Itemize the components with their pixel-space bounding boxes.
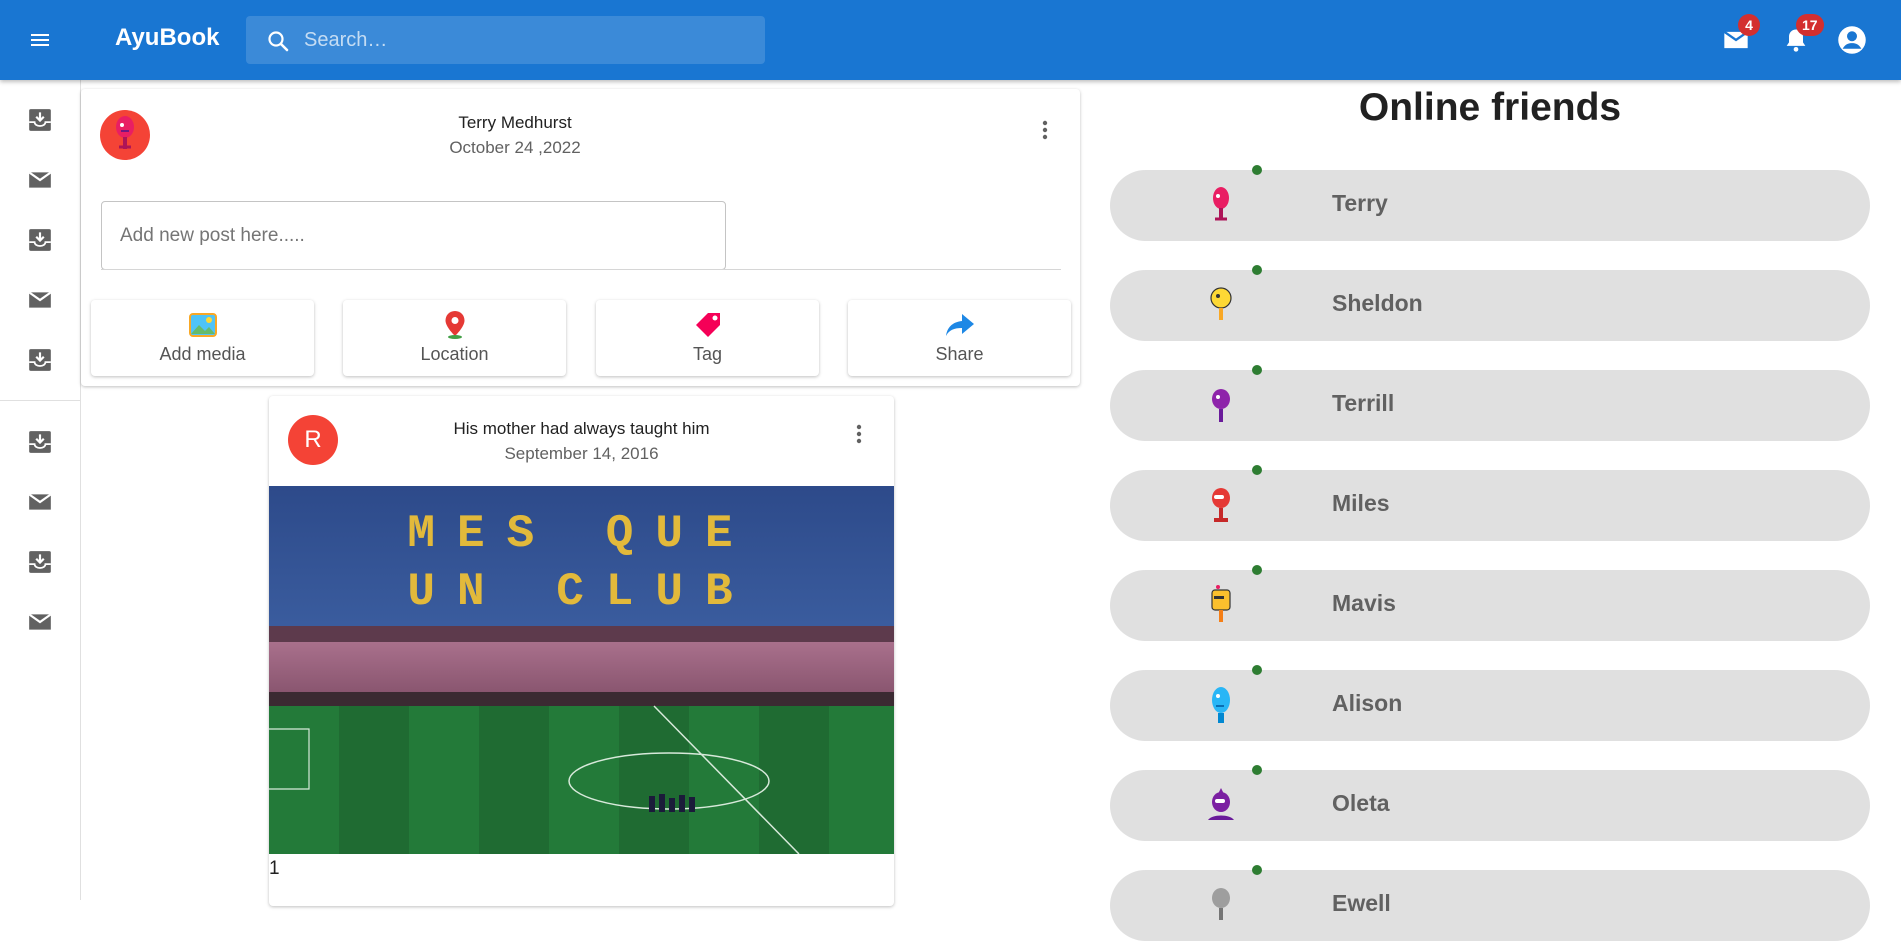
avatar-character-icon (1211, 585, 1231, 622)
composer-more-button[interactable] (1033, 118, 1057, 142)
svg-text:MES QUE: MES QUE (407, 508, 754, 560)
post-title: His mother had always taught him (453, 419, 710, 438)
online-friends-title: Online friends (1358, 86, 1622, 129)
rail-item-mail-3[interactable] (22, 484, 58, 520)
friend-name: Oleta (1332, 790, 1390, 816)
app-bar: AyuBook 4 17 (0, 0, 1901, 80)
menu-icon[interactable] (20, 20, 60, 60)
inbox-icon (29, 349, 51, 371)
mail-button[interactable]: 4 (1720, 14, 1760, 56)
friend-item-miles[interactable]: Miles (1110, 465, 1870, 541)
online-status-dot (1252, 365, 1262, 375)
friend-item-ewell[interactable]: Ewell (1110, 865, 1870, 941)
friend-item-terry[interactable]: Terry (1110, 165, 1870, 241)
search-box (246, 16, 765, 64)
feed-post-card: R His mother had always taught him Septe… (269, 396, 894, 906)
friend-item-mavis[interactable]: Mavis (1110, 565, 1870, 641)
rail-item-inbox-2[interactable] (22, 222, 58, 258)
online-status-dot (1252, 765, 1262, 775)
friend-item-terrill[interactable]: Terrill (1110, 365, 1870, 441)
avatar-character-icon (1213, 187, 1229, 221)
mail-icon (28, 493, 52, 510)
inbox-icon (29, 229, 51, 251)
left-nav-rail (0, 80, 81, 900)
post-date: September 14, 2016 (504, 444, 659, 463)
more-vert-icon (1042, 120, 1048, 140)
notifications-badge: 17 (1796, 14, 1824, 36)
image-icon (188, 313, 217, 337)
friend-item-oleta[interactable]: Oleta (1110, 765, 1870, 841)
location-label: Location (420, 344, 489, 364)
rail-item-inbox-5[interactable] (22, 544, 58, 580)
add-media-label: Add media (159, 344, 246, 364)
avatar-character-icon (1212, 888, 1230, 920)
friend-name: Terrill (1332, 390, 1395, 416)
app-brand[interactable]: AyuBook (115, 24, 219, 52)
tag-button[interactable]: Tag (596, 300, 819, 376)
online-status-dot (1252, 665, 1262, 675)
share-label: Share (935, 344, 984, 364)
add-media-button[interactable]: Add media (91, 300, 314, 376)
online-status-dot (1252, 265, 1262, 275)
mail-icon (28, 291, 52, 308)
post-like-count: 1 (269, 858, 280, 879)
rail-item-mail-4[interactable] (22, 604, 58, 640)
friend-item-sheldon[interactable]: Sheldon (1110, 265, 1870, 341)
svg-text:UN CLUB: UN CLUB (407, 566, 754, 618)
online-status-dot (1252, 465, 1262, 475)
rail-item-inbox-3[interactable] (22, 342, 58, 378)
rail-divider (0, 400, 81, 401)
online-status-dot (1252, 165, 1262, 175)
friend-name: Terry (1332, 190, 1388, 216)
composer-date: October 24 ,2022 (449, 138, 581, 157)
composer-user-name: Terry Medhurst (458, 113, 572, 132)
avatar-character-icon (1212, 687, 1230, 723)
mail-badge: 4 (1738, 14, 1760, 36)
tag-label: Tag (692, 344, 723, 364)
share-arrow-icon (945, 314, 974, 336)
friend-name: Miles (1332, 490, 1390, 516)
mail-icon (28, 171, 52, 188)
rail-item-mail-2[interactable] (22, 282, 58, 318)
inbox-icon (29, 431, 51, 453)
post-image[interactable]: MES QUE UN CLUB (269, 486, 894, 854)
notifications-button[interactable]: 17 (1780, 14, 1824, 56)
friend-name: Alison (1332, 690, 1403, 716)
post-more-button[interactable] (847, 422, 871, 446)
location-button[interactable]: Location (343, 300, 566, 376)
rail-item-mail-1[interactable] (22, 162, 58, 198)
online-status-dot (1252, 865, 1262, 875)
account-circle-icon (1838, 26, 1866, 54)
composer-divider (101, 269, 1061, 270)
mail-icon (28, 613, 52, 630)
inbox-icon (29, 551, 51, 573)
friend-name: Ewell (1332, 890, 1391, 916)
account-button[interactable] (1836, 24, 1868, 56)
online-status-dot (1252, 565, 1262, 575)
friend-name: Sheldon (1332, 290, 1423, 316)
search-icon (268, 31, 289, 52)
avatar-character-icon (1208, 788, 1234, 820)
avatar-character-icon (1212, 488, 1230, 522)
tag-icon (695, 313, 720, 337)
avatar-character-icon (1212, 389, 1230, 422)
rail-item-inbox-4[interactable] (22, 424, 58, 460)
search-input[interactable] (304, 16, 754, 64)
friend-name: Mavis (1332, 590, 1396, 616)
map-pin-icon (445, 311, 464, 339)
new-post-input[interactable] (101, 201, 726, 270)
share-button[interactable]: Share (848, 300, 1071, 376)
friend-item-alison[interactable]: Alison (1110, 665, 1870, 741)
avatar-character-icon (1210, 287, 1232, 320)
more-vert-icon (856, 424, 862, 444)
